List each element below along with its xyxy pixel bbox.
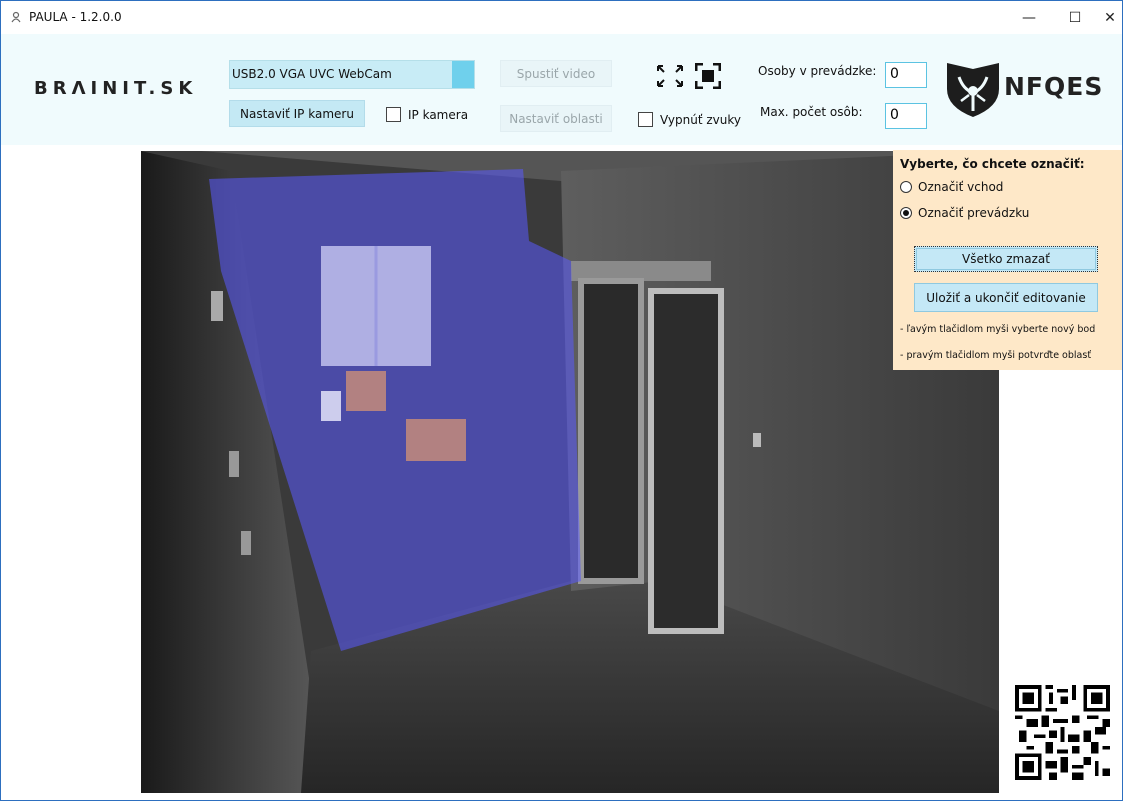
set-areas-button[interactable]: Nastaviť oblasti — [500, 105, 612, 132]
minimize-button[interactable]: — — [1006, 1, 1052, 34]
persons-in-shop-field[interactable]: 0 — [885, 62, 927, 88]
mark-entry-radio[interactable]: Označiť vchod — [900, 180, 1003, 194]
nfqes-brand: NFQES — [1004, 72, 1104, 101]
camera-scene — [141, 151, 999, 793]
panel-title: Vyberte, čo chcete označiť: — [900, 157, 1085, 171]
camera-select-value: USB2.0 VGA UVC WebCam — [232, 67, 392, 81]
app-icon — [11, 11, 21, 23]
dropdown-arrow-icon[interactable] — [452, 61, 474, 88]
mark-shop-radio[interactable]: Označiť prevádzku — [900, 206, 1029, 220]
mark-shop-label: Označiť prevádzku — [918, 206, 1030, 220]
toolbar: BRΛINIT.SK USB2.0 VGA UVC WebCam Nastavi… — [1, 34, 1122, 145]
mute-sounds-label: Vypnúť zvuky — [660, 112, 741, 127]
hint-right-click: - pravým tlačidlom myši potvrďte oblasť — [900, 350, 1092, 361]
nfqes-logo-icon — [947, 63, 999, 117]
checkbox-box[interactable] — [638, 112, 653, 127]
max-persons-label: Max. počet osôb: — [760, 105, 863, 119]
save-and-exit-button[interactable]: Uložiť a ukončiť editovanie — [914, 283, 1098, 312]
camera-select[interactable]: USB2.0 VGA UVC WebCam — [229, 60, 475, 89]
area-editor-panel: Vyberte, čo chcete označiť: Označiť vcho… — [893, 150, 1122, 370]
hint-left-click: - ľavým tlačidlom myši vyberte nový bod — [900, 324, 1096, 335]
title-bar: PAULA - 1.2.0.0 — ☐ ✕ — [1, 1, 1122, 34]
close-button[interactable]: ✕ — [1098, 1, 1122, 34]
fullscreen-icon[interactable] — [695, 63, 721, 89]
expand-icon[interactable] — [656, 64, 684, 88]
set-ip-camera-button[interactable]: Nastaviť IP kameru — [229, 100, 365, 127]
window-title: PAULA - 1.2.0.0 — [29, 10, 122, 24]
qr-code-icon — [1015, 685, 1110, 780]
camera-feed[interactable] — [141, 151, 999, 793]
ip-camera-label: IP kamera — [408, 107, 469, 122]
mark-entry-label: Označiť vchod — [918, 180, 1004, 194]
max-persons-field[interactable]: 0 — [885, 103, 927, 129]
brainit-logo: BRΛINIT.SK — [34, 78, 198, 99]
checkbox-box[interactable] — [386, 107, 401, 122]
start-video-button[interactable]: Spustiť video — [500, 60, 612, 87]
ip-camera-checkbox[interactable]: IP kamera — [386, 107, 468, 122]
radio-indicator[interactable] — [900, 207, 912, 219]
clear-all-button[interactable]: Všetko zmazať — [914, 246, 1098, 272]
mute-sounds-checkbox[interactable]: Vypnúť zvuky — [638, 112, 741, 127]
maximize-button[interactable]: ☐ — [1052, 1, 1098, 34]
persons-in-shop-label: Osoby v prevádzke: — [758, 64, 877, 78]
radio-indicator[interactable] — [900, 181, 912, 193]
